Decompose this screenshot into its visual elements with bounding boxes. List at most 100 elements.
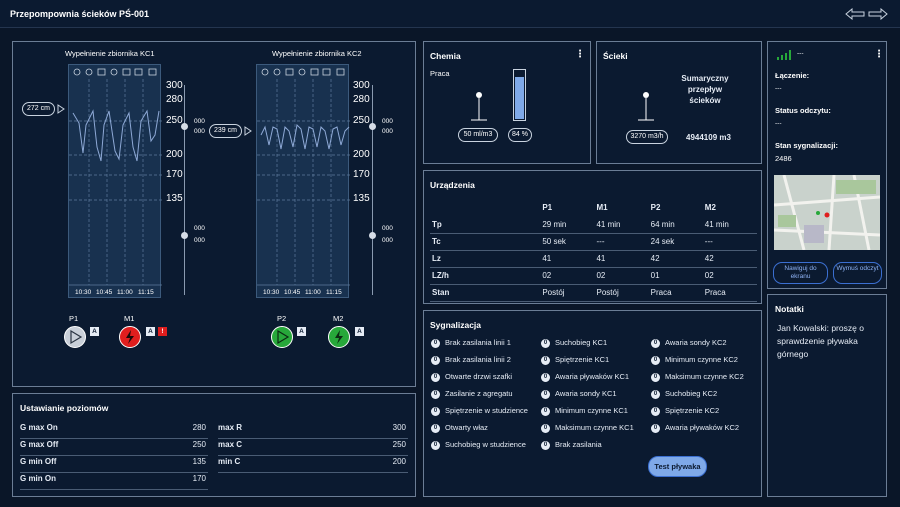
- signal-item: 0 Minimum czynne KC2: [651, 355, 738, 365]
- kc1-tick-300: 300: [166, 80, 183, 91]
- signal-label: Brak zasilania: [555, 440, 602, 449]
- table-row: Stan Postój Postój Praca Praca: [430, 284, 757, 302]
- level-value[interactable]: 200: [393, 457, 406, 466]
- devices-title: Urządzenia: [430, 180, 475, 190]
- signal-strength-icon: [777, 50, 791, 60]
- level-row: G max On 280: [20, 423, 208, 439]
- level-value[interactable]: 250: [393, 440, 406, 449]
- level-label: max R: [218, 423, 243, 432]
- signal-indicator: 0: [541, 423, 550, 433]
- force-read-button[interactable]: Wymuś odczyt: [833, 262, 882, 284]
- pump-m1-mode: A: [146, 327, 155, 336]
- conn-label: Łączenie:: [775, 71, 810, 80]
- pump-p1-label: P1: [69, 314, 79, 323]
- signal-label: Spiętrzenie KC1: [555, 355, 610, 364]
- devices-cell: 41 min: [702, 216, 757, 234]
- devices-cell: Postój: [540, 284, 595, 302]
- level-value[interactable]: 170: [193, 474, 206, 483]
- signal-label: Awaria pływaków KC1: [555, 372, 630, 381]
- pump-play-icon: [277, 329, 290, 345]
- chemia-fill-value: 84 %: [508, 128, 532, 142]
- devices-row-label: Tc: [430, 233, 541, 251]
- scieki-title: Ścieki: [603, 51, 628, 61]
- pump-m1-alarm: !: [158, 327, 167, 336]
- kc1-time-1: 10:45: [96, 289, 113, 296]
- signal-item: 0 Otwarte drzwi szafki: [431, 372, 512, 382]
- pump-m1[interactable]: [119, 326, 141, 348]
- pump-p1[interactable]: [64, 326, 86, 348]
- kc2-time-0: 10:30: [263, 289, 280, 296]
- level-row: G min On 170: [20, 474, 208, 490]
- notes-title: Notatki: [775, 304, 804, 314]
- devices-cell: 41: [594, 250, 649, 268]
- signal-item: 0 Awaria pływaków KC2: [651, 423, 739, 433]
- signal-label: Suchobieg w studzience: [445, 440, 526, 449]
- signal-value: ---: [797, 50, 804, 57]
- kc1-tick-135: 135: [166, 193, 183, 204]
- signal-label: Zasilanie z agregatu: [445, 389, 513, 398]
- back-arrow-icon[interactable]: [845, 8, 865, 20]
- level-value[interactable]: 135: [193, 457, 206, 466]
- kc2-trend-chart: [257, 79, 350, 286]
- devices-cell: 02: [540, 267, 595, 285]
- kc2-slider-bot-handle[interactable]: [369, 232, 376, 239]
- signal-indicator: 0: [541, 440, 550, 450]
- table-row: Tc 50 sek --- 24 sek ---: [430, 233, 757, 251]
- pump-play-icon: [70, 329, 83, 345]
- pump-m2[interactable]: [328, 326, 350, 348]
- signals-title: Sygnalizacja: [430, 320, 482, 330]
- test-float-button[interactable]: Test pływaka: [648, 456, 707, 477]
- level-row: min C 200: [218, 457, 408, 473]
- chemia-menu-icon[interactable]: ⋮: [575, 49, 585, 60]
- kc1-slider-bot-value2: 000: [194, 237, 205, 244]
- devices-row-label: LZ/h: [430, 267, 541, 285]
- forward-arrow-icon[interactable]: [868, 8, 888, 20]
- signal-item: 0 Brak zasilania: [541, 440, 602, 450]
- kc2-time-1: 10:45: [284, 289, 301, 296]
- kc1-tick-170: 170: [166, 169, 183, 180]
- signal-indicator: 0: [541, 338, 550, 348]
- devices-cell: 01: [648, 267, 703, 285]
- signal-item: 0 Spiętrzenie KC2: [651, 406, 719, 416]
- kc1-slider-track: [184, 85, 185, 295]
- devices-row-label: Lz: [430, 250, 541, 268]
- level-value[interactable]: 280: [193, 423, 206, 432]
- devices-row-label: Stan: [430, 284, 541, 302]
- signal-label: Suchobieg KC2: [665, 389, 718, 398]
- kc2-tick-170: 170: [353, 169, 370, 180]
- signal-indicator: 0: [541, 406, 550, 416]
- signal-label: Minimum czynne KC2: [665, 355, 738, 364]
- signal-indicator: 0: [431, 338, 440, 348]
- devices-cell: 29 min: [540, 216, 595, 234]
- chemia-tank-fill: [515, 77, 524, 119]
- kc1-slider-top-handle[interactable]: [181, 123, 188, 130]
- notes-text: Jan Kowalski: proszę o sprawdzenie pływa…: [777, 323, 864, 359]
- level-value[interactable]: 300: [393, 423, 406, 432]
- location-map[interactable]: [774, 175, 880, 250]
- pump-p2[interactable]: [271, 326, 293, 348]
- devices-cell: 41: [540, 250, 595, 268]
- kc1-tank: 10:30 10:45 11:00 11:15: [68, 64, 162, 298]
- level-label: min C: [218, 457, 241, 466]
- signal-indicator: 0: [431, 355, 440, 365]
- chemia-status: Praca: [430, 69, 450, 78]
- signal-item: 0 Brak zasilania linii 1: [431, 338, 511, 348]
- devices-col-header: P1: [542, 203, 553, 212]
- levels-title: Ustawianie poziomów: [20, 403, 109, 413]
- signal-indicator: 0: [431, 440, 440, 450]
- devices-col-header: P2: [650, 203, 661, 212]
- level-value[interactable]: 250: [193, 440, 206, 449]
- kc2-slider-top-handle[interactable]: [369, 123, 376, 130]
- devices-col-header: M2: [704, 203, 716, 212]
- signal-item: 0 Brak zasilania linii 2: [431, 355, 511, 365]
- signal-item: 0 Spiętrzenie KC1: [541, 355, 609, 365]
- status-menu-icon[interactable]: ⋮: [874, 49, 884, 60]
- level-label: G max Off: [20, 440, 59, 449]
- signal-indicator: 0: [431, 372, 440, 382]
- pump-p1-mode: A: [90, 327, 99, 336]
- level-row: max R 300: [218, 423, 408, 439]
- navigate-button[interactable]: Nawiguj do ekranu: [773, 262, 828, 284]
- signal-indicator: 0: [431, 406, 440, 416]
- kc1-slider-bot-handle[interactable]: [181, 232, 188, 239]
- kc2-level-badge: 239 cm: [209, 124, 242, 138]
